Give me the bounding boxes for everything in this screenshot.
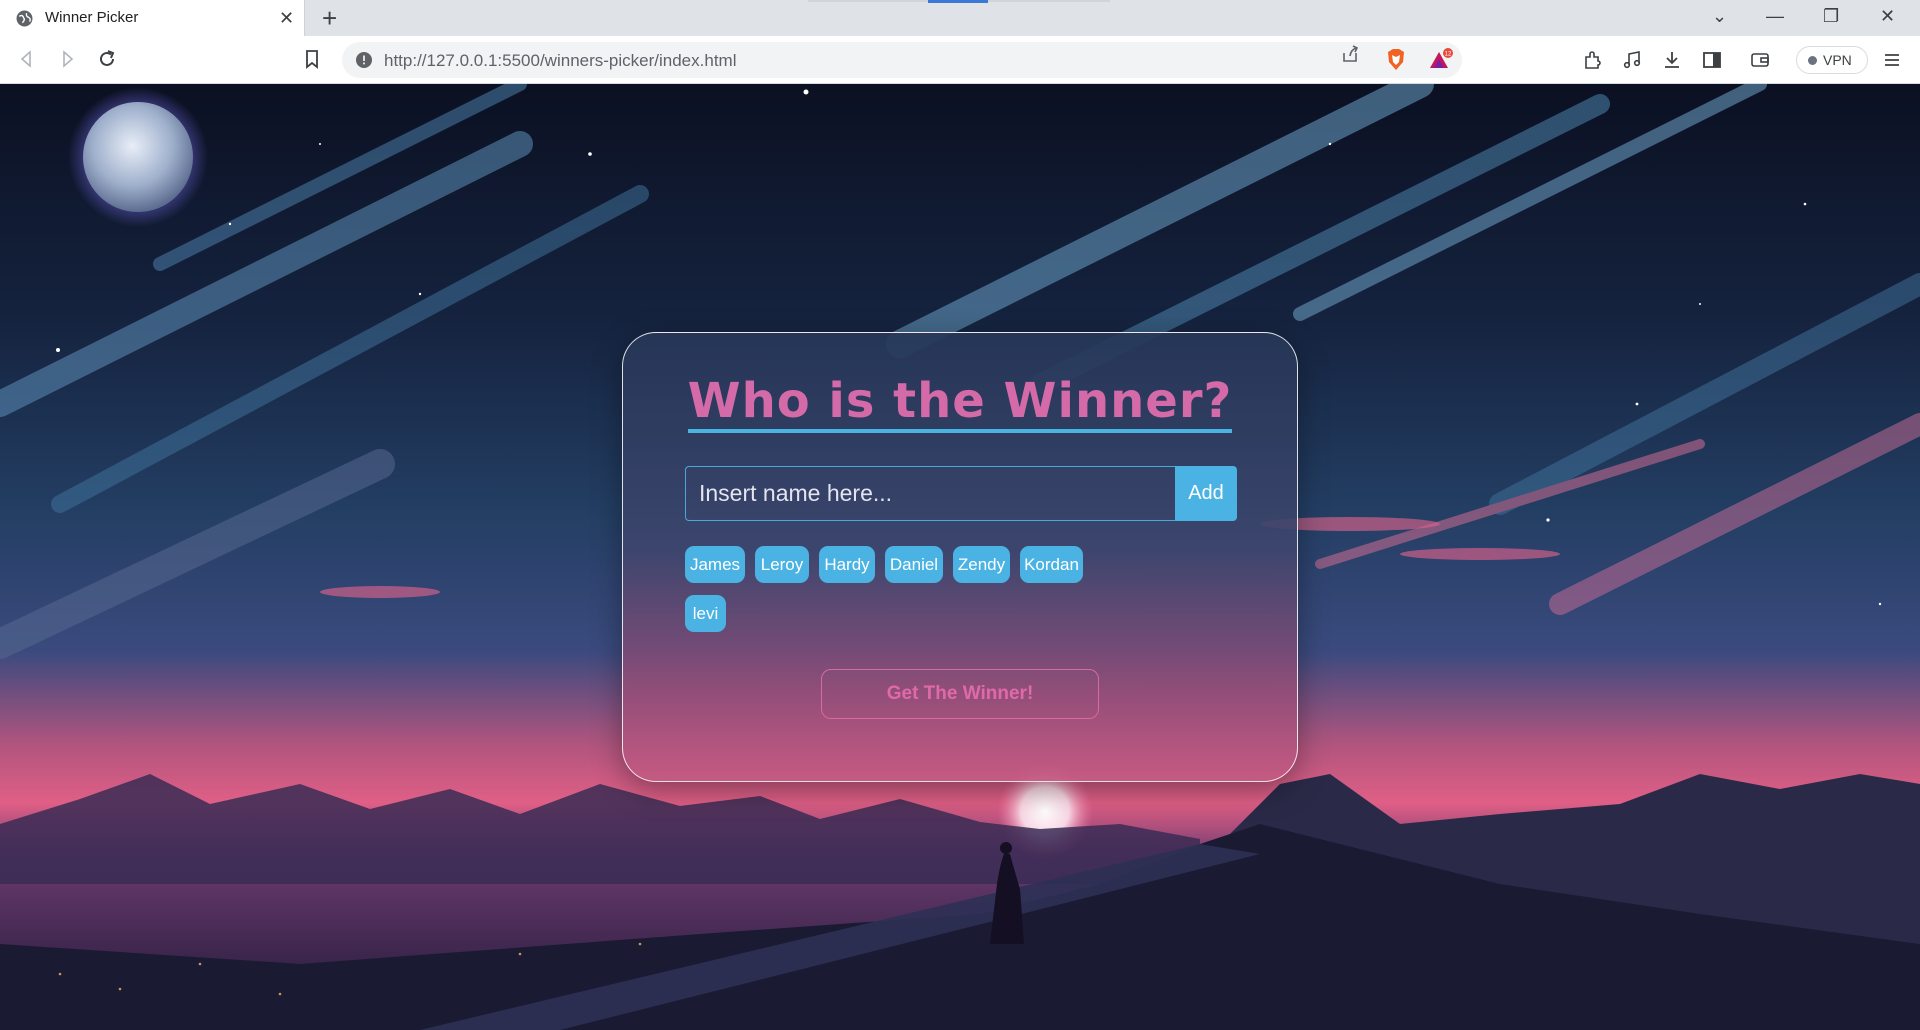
name-input[interactable] [685, 466, 1175, 521]
extensions-icon[interactable] [1582, 50, 1602, 70]
brave-rewards-icon[interactable]: 12 [1428, 48, 1454, 72]
info-icon[interactable] [356, 52, 372, 68]
url-text[interactable]: http://127.0.0.1:5500/winners-picker/ind… [384, 51, 736, 71]
name-chip[interactable]: James [685, 546, 745, 583]
close-window-icon[interactable]: ✕ [1880, 6, 1895, 27]
name-chip[interactable]: Hardy [819, 546, 875, 583]
sidebar-icon[interactable] [1702, 50, 1722, 70]
globe-icon [16, 10, 33, 27]
name-chip[interactable]: Daniel [885, 546, 943, 583]
add-button[interactable]: Add [1175, 466, 1237, 521]
get-winner-button[interactable]: Get The Winner! [821, 669, 1099, 719]
browser-titlebar: Winner Picker ✕ + ⌄ — ❐ ✕ [0, 0, 1920, 36]
reload-icon[interactable] [96, 48, 118, 70]
address-bar[interactable]: http://127.0.0.1:5500/winners-picker/ind… [342, 42, 1462, 78]
plus-icon[interactable]: + [322, 3, 337, 34]
winner-picker-card: Who is the Winner? Add James Leroy Hardy… [622, 332, 1298, 782]
browser-toolbar: http://127.0.0.1:5500/winners-picker/ind… [0, 36, 1920, 84]
name-chip[interactable]: Leroy [755, 546, 809, 583]
media-icon[interactable] [1622, 50, 1642, 70]
page-title-text: Who is the Winner? [687, 373, 1233, 433]
wallet-icon[interactable] [1750, 50, 1770, 70]
vpn-status-icon [1808, 56, 1817, 65]
restore-icon[interactable]: ❐ [1823, 6, 1839, 27]
menu-icon[interactable] [1882, 50, 1902, 70]
bookmark-icon[interactable] [302, 48, 322, 70]
close-icon[interactable]: ✕ [279, 8, 294, 29]
back-icon[interactable] [16, 48, 38, 70]
rewards-badge: 12 [1445, 52, 1452, 58]
share-icon[interactable] [1340, 44, 1360, 64]
browser-tab[interactable]: Winner Picker ✕ [0, 0, 305, 36]
tab-strip-indicator [928, 0, 988, 3]
page-title: Who is the Winner? [623, 373, 1297, 433]
vpn-label: VPN [1823, 52, 1852, 68]
tab-title: Winner Picker [45, 9, 139, 26]
name-chip[interactable]: Zendy [953, 546, 1010, 583]
brave-shield-icon[interactable] [1385, 48, 1407, 72]
name-chip[interactable]: Kordan [1020, 546, 1083, 583]
vpn-button[interactable]: VPN [1796, 46, 1868, 74]
name-chip[interactable]: levi [685, 595, 726, 632]
chevron-down-icon[interactable]: ⌄ [1712, 6, 1727, 27]
minimize-icon[interactable]: — [1766, 6, 1784, 27]
forward-icon[interactable] [56, 48, 78, 70]
download-icon[interactable] [1662, 50, 1682, 70]
